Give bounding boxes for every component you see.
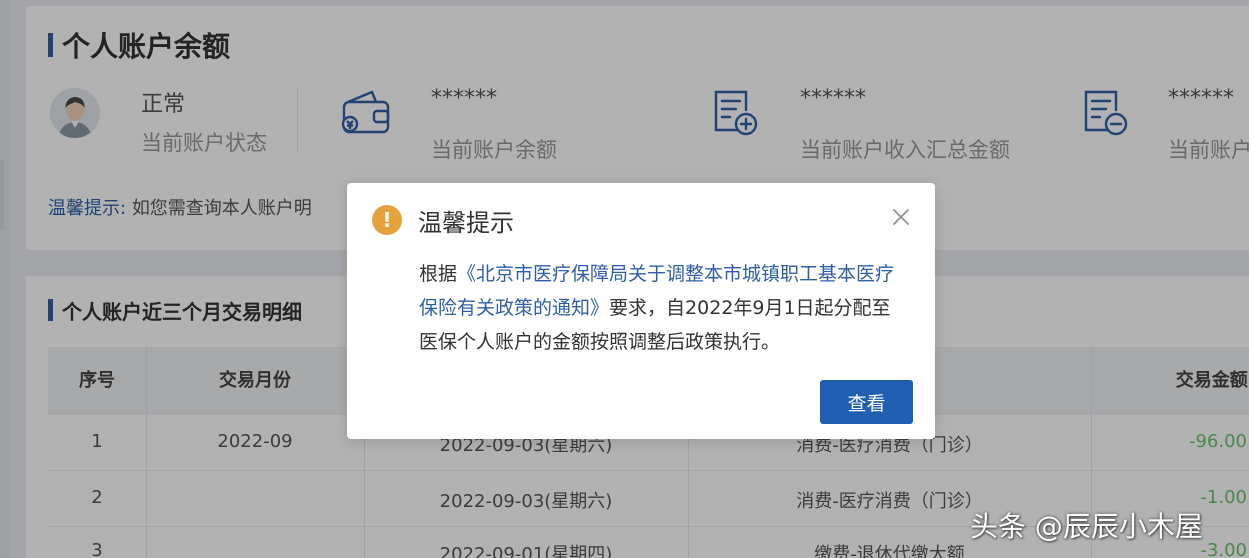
view-button[interactable]: 查看 (820, 380, 913, 424)
close-icon[interactable] (891, 207, 911, 227)
page: 个人账户余额 正常 当前账户状态 ****** 当前账户余额 ****** 当前… (0, 0, 1249, 558)
warning-icon: ! (372, 205, 402, 235)
dialog-body: 根据《北京市医疗保障局关于调整本市城镇职工基本医疗保险有关政策的通知》要求，自2… (419, 257, 909, 359)
dialog-title: 温馨提示 (418, 209, 514, 237)
dialog-body-prefix: 根据 (419, 263, 458, 285)
notice-dialog: ! 温馨提示 根据《北京市医疗保障局关于调整本市城镇职工基本医疗保险有关政策的通… (347, 183, 935, 439)
watermark: 头条 @辰辰小木屋 (970, 510, 1203, 543)
